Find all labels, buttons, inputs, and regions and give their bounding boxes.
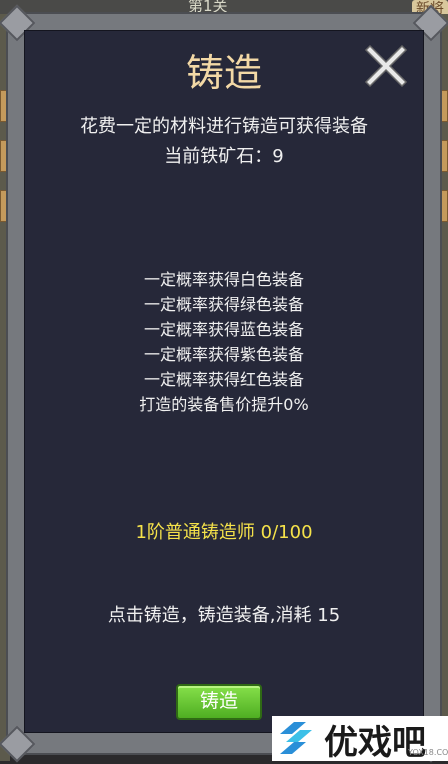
forger-rank-progress: 1阶普通铸造师 0/100 [135,522,313,543]
probability-line: 一定概率获得绿色装备 [143,295,304,314]
forge-button[interactable]: 铸造 [176,684,262,720]
probability-line: 一定概率获得紫色装备 [143,345,304,364]
forge-description: 花费一定的材料进行铸造可获得装备 [80,116,368,137]
close-button[interactable] [362,42,410,90]
iron-ore-count: 当前铁矿石：9 [164,146,284,167]
probability-line: 一定概率获得白色装备 [143,270,304,289]
forge-dialog: 铸造 花费一定的材料进行铸造可获得装备 当前铁矿石：9 一定概率获得白色装备 一… [0,4,448,763]
forge-instruction: 点击铸造，铸造装备,消耗 15 [107,605,341,626]
probability-line: 一定概率获得红色装备 [143,370,304,389]
watermark-url: YOX18.COM [408,748,448,757]
close-icon [364,44,408,88]
watermark: 优戏吧 YOX18.COM [272,716,448,763]
sell-price-bonus: 打造的装备售价提升0% [139,395,309,414]
watermark-logo-icon [280,722,312,754]
probability-line: 一定概率获得蓝色装备 [143,320,304,339]
